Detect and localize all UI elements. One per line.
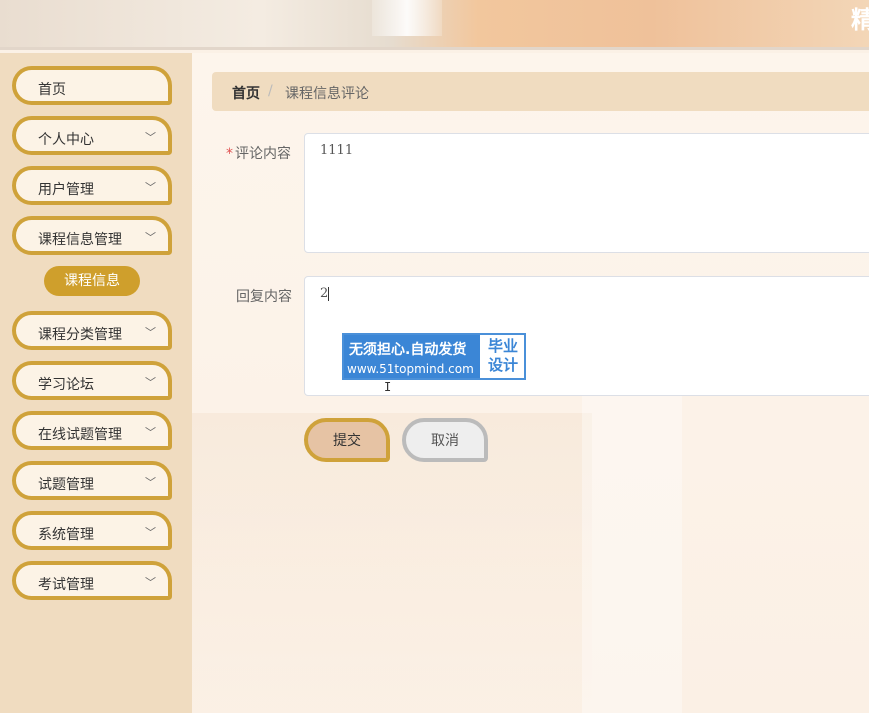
breadcrumb-home[interactable]: 首页 [232, 83, 260, 103]
reply-label: 回复内容 [236, 289, 292, 305]
sidebar-item-label: 个人中心 [38, 132, 94, 148]
sidebar-item-label: 系统管理 [38, 527, 94, 543]
sidebar-menu: 首页 个人中心 ﹀ 用户管理 ﹀ 课程信息管理 ﹀ 课程信息 课程分类管理 ﹀ … [0, 53, 192, 713]
chevron-down-icon: ﹀ [145, 326, 156, 339]
sidebar-subitem-course-info[interactable]: 课程信息 [44, 266, 140, 296]
sidebar-item-course-category-management[interactable]: 课程分类管理 ﹀ [12, 311, 172, 350]
sidebar-item-label: 试题管理 [38, 477, 94, 493]
reply-value: 2 [320, 286, 329, 301]
watermark-url: www.51topmind.com [347, 362, 474, 376]
comment-label-text: 评论内容 [235, 146, 291, 162]
watermark-slogan: 无须担心.自动发货 [349, 342, 467, 358]
background-decoration [192, 413, 592, 713]
cancel-button[interactable]: 取消 [402, 418, 488, 462]
chevron-down-icon: ﹀ [145, 526, 156, 539]
sidebar-item-study-forum[interactable]: 学习论坛 ﹀ [12, 361, 172, 400]
chevron-down-icon: ﹀ [145, 231, 156, 244]
sidebar-item-label: 考试管理 [38, 577, 94, 593]
required-mark: * [226, 146, 233, 162]
chevron-down-icon: ﹀ [145, 181, 156, 194]
sidebar-item-label: 在线试题管理 [38, 427, 122, 443]
sidebar-item-course-info-management[interactable]: 课程信息管理 ﹀ [12, 216, 172, 255]
chevron-down-icon: ﹀ [145, 131, 156, 144]
comment-label: * 评论内容 [226, 143, 291, 163]
sidebar-item-label: 学习论坛 [38, 377, 94, 393]
breadcrumb: 首页 / 课程信息评论 [212, 72, 869, 111]
breadcrumb-current: 课程信息评论 [285, 86, 369, 102]
ibeam-cursor-icon: I [384, 380, 392, 394]
top-banner: 精 [0, 0, 869, 50]
chevron-down-icon: ﹀ [145, 426, 156, 439]
submit-button[interactable]: 提交 [304, 418, 390, 462]
sidebar-item-label: 首页 [38, 82, 66, 98]
sidebar-item-exam-management[interactable]: 考试管理 ﹀ [12, 561, 172, 600]
sidebar-item-user-management[interactable]: 用户管理 ﹀ [12, 166, 172, 205]
sidebar-item-question-management[interactable]: 试题管理 ﹀ [12, 461, 172, 500]
sidebar-item-online-question-management[interactable]: 在线试题管理 ﹀ [12, 411, 172, 450]
sidebar-item-label: 课程分类管理 [38, 327, 122, 343]
watermark-right-line1: 毕业 [487, 337, 518, 355]
sidebar-item-personal-center[interactable]: 个人中心 ﹀ [12, 116, 172, 155]
sidebar-item-label: 课程信息管理 [38, 232, 122, 248]
chevron-down-icon: ﹀ [145, 476, 156, 489]
background-decoration [582, 393, 682, 713]
sidebar-item-label: 用户管理 [38, 182, 94, 198]
watermark-left: 无须担心.自动发货 www.51topmind.com [344, 335, 480, 378]
comment-textarea[interactable]: 1111 [304, 133, 869, 253]
watermark-right: 毕业 设计 [482, 337, 524, 375]
chevron-down-icon: ﹀ [145, 576, 156, 589]
chevron-down-icon: ﹀ [145, 376, 156, 389]
sidebar-item-system-management[interactable]: 系统管理 ﹀ [12, 511, 172, 550]
banner-highlight [372, 0, 442, 36]
main-content: 首页 / 课程信息评论 * 评论内容 1111 回复内容 2 无须担心.自动发货 … [192, 53, 869, 713]
text-caret [328, 286, 330, 301]
watermark-badge: 无须担心.自动发货 www.51topmind.com 毕业 设计 [342, 333, 526, 380]
sidebar-item-home[interactable]: 首页 [12, 66, 172, 105]
watermark-right-line2: 设计 [487, 356, 518, 374]
breadcrumb-separator: / [268, 83, 273, 99]
brand-title: 精 [851, 6, 869, 34]
